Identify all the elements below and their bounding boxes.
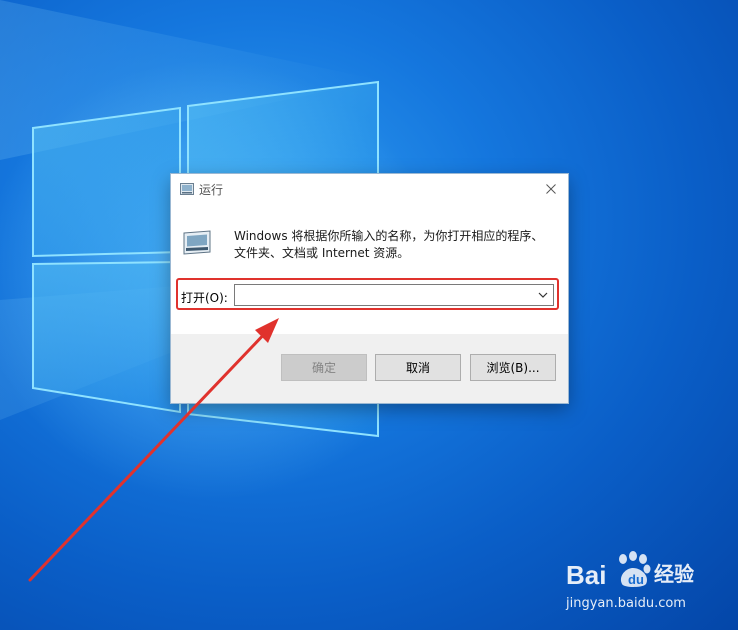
svg-text:Bai: Bai — [566, 560, 606, 590]
baidu-watermark: Bai du 经验 jingyan.baidu.com — [566, 548, 732, 618]
close-button[interactable] — [538, 177, 564, 201]
window-pane-bottom-left — [32, 260, 181, 414]
ok-button[interactable]: 确定 — [281, 354, 367, 381]
baidu-jingyan-logo: Bai du 经验 — [566, 551, 694, 590]
svg-text:du: du — [628, 572, 644, 587]
open-label: 打开(O): — [181, 291, 228, 305]
run-icon — [180, 183, 194, 195]
dialog-title: 运行 — [199, 183, 224, 197]
title-bar: 运行 — [171, 174, 568, 204]
watermark-url: jingyan.baidu.com — [566, 596, 686, 611]
open-input[interactable] — [235, 285, 531, 305]
cancel-button[interactable]: 取消 — [375, 354, 461, 381]
browse-button[interactable]: 浏览(B)... — [470, 354, 556, 381]
close-icon — [546, 184, 556, 194]
window-pane-top-left — [32, 106, 181, 258]
desktop: 运行 Windows 将根据你所输入的名称，为你打开相应的程序、文件夹、文档或 … — [0, 0, 738, 630]
run-dialog: 运行 Windows 将根据你所输入的名称，为你打开相应的程序、文件夹、文档或 … — [171, 174, 568, 403]
button-bar: 确定 取消 浏览(B)... — [171, 334, 568, 403]
svg-text:经验: 经验 — [654, 562, 694, 586]
open-combobox[interactable] — [234, 284, 554, 306]
run-program-icon — [183, 230, 211, 255]
chevron-down-icon[interactable] — [535, 288, 551, 302]
dialog-description: Windows 将根据你所输入的名称，为你打开相应的程序、文件夹、文档或 Int… — [234, 229, 544, 260]
